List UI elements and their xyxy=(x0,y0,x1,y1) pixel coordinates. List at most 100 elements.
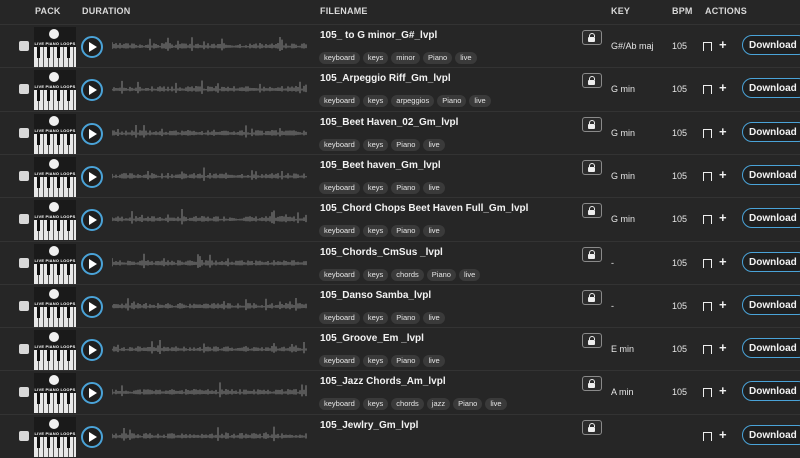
select-checkbox[interactable] xyxy=(19,41,29,51)
bookmark-icon[interactable] xyxy=(703,301,712,314)
lock-icon[interactable] xyxy=(582,159,602,175)
filename[interactable]: 105_Chords_CmSus _lvpl xyxy=(320,247,443,258)
bookmark-icon[interactable] xyxy=(703,128,712,141)
select-checkbox[interactable] xyxy=(19,430,29,441)
tag[interactable]: live xyxy=(423,311,445,324)
tag[interactable]: keys xyxy=(362,268,389,281)
tag[interactable]: minor xyxy=(391,52,421,64)
add-icon[interactable]: + xyxy=(719,427,727,442)
lock-icon[interactable] xyxy=(582,246,602,262)
bookmark-icon[interactable] xyxy=(703,388,712,401)
waveform[interactable] xyxy=(112,425,308,449)
tag[interactable]: keyboard xyxy=(319,355,360,368)
download-button[interactable]: Download xyxy=(742,208,800,229)
lock-icon[interactable] xyxy=(582,116,602,132)
header-key[interactable]: KEY xyxy=(611,6,630,16)
add-icon[interactable]: + xyxy=(719,297,727,312)
tag[interactable]: live xyxy=(458,268,481,281)
download-button[interactable]: Download xyxy=(742,338,800,359)
download-button[interactable]: Download xyxy=(742,251,800,272)
add-icon[interactable]: + xyxy=(719,340,727,355)
waveform[interactable] xyxy=(112,295,308,319)
waveform[interactable] xyxy=(112,35,308,59)
tag[interactable]: keys xyxy=(362,181,389,194)
select-checkbox[interactable] xyxy=(19,344,29,355)
download-button[interactable]: Download xyxy=(742,35,800,55)
tag[interactable]: live xyxy=(423,355,445,368)
pack-thumbnail[interactable]: LIVE PIANO LOOPS xyxy=(34,156,76,197)
tag[interactable]: keyboard xyxy=(319,52,360,64)
pack-thumbnail[interactable]: LIVE PIANO LOOPS xyxy=(34,70,76,111)
filename[interactable]: 105_Groove_Em _lvpl xyxy=(320,333,424,344)
select-checkbox[interactable] xyxy=(19,257,29,268)
select-checkbox[interactable] xyxy=(19,127,29,138)
waveform[interactable] xyxy=(112,78,308,102)
tag[interactable]: chords xyxy=(391,268,424,281)
select-checkbox[interactable] xyxy=(19,170,29,181)
filename[interactable]: 105_Jazz Chords_Am_lvpl xyxy=(320,376,446,387)
lock-icon[interactable] xyxy=(582,419,602,435)
add-icon[interactable]: + xyxy=(719,254,727,269)
header-filename[interactable]: FILENAME xyxy=(320,6,368,16)
tag[interactable]: keyboard xyxy=(319,138,360,151)
lock-icon[interactable] xyxy=(582,289,602,305)
tag[interactable]: live xyxy=(485,398,507,411)
tag[interactable]: live xyxy=(469,95,491,108)
select-checkbox[interactable] xyxy=(19,387,29,398)
select-checkbox[interactable] xyxy=(19,300,29,311)
waveform[interactable] xyxy=(112,381,308,405)
tag[interactable]: keys xyxy=(362,138,389,151)
filename[interactable]: 105_Beet Haven_02_Gm_lvpl xyxy=(320,117,458,128)
tag[interactable]: live xyxy=(423,138,445,151)
tag[interactable]: Piano xyxy=(391,225,421,238)
download-button[interactable]: Download xyxy=(742,424,800,445)
bookmark-icon[interactable] xyxy=(703,85,712,98)
tag[interactable]: live xyxy=(423,181,445,194)
tag[interactable]: Piano xyxy=(391,311,421,324)
bookmark-icon[interactable] xyxy=(703,215,712,228)
lock-icon[interactable] xyxy=(582,203,602,219)
bookmark-icon[interactable] xyxy=(703,345,712,358)
play-icon[interactable] xyxy=(81,165,103,188)
play-icon[interactable] xyxy=(81,209,103,232)
tag[interactable]: Piano xyxy=(426,268,456,281)
bookmark-icon[interactable] xyxy=(703,171,712,184)
waveform[interactable] xyxy=(112,338,308,362)
select-checkbox[interactable] xyxy=(19,84,29,95)
tag[interactable]: keys xyxy=(362,355,389,368)
add-icon[interactable]: + xyxy=(719,383,727,398)
play-icon[interactable] xyxy=(81,122,103,145)
tag[interactable]: keyboard xyxy=(319,311,360,324)
play-icon[interactable] xyxy=(81,295,103,318)
lock-icon[interactable] xyxy=(582,73,602,89)
tag[interactable]: live xyxy=(423,225,445,238)
download-button[interactable]: Download xyxy=(742,78,800,99)
tag[interactable]: Piano xyxy=(391,355,421,368)
tag[interactable]: keyboard xyxy=(319,225,360,238)
play-icon[interactable] xyxy=(81,339,103,362)
tag[interactable]: keyboard xyxy=(319,95,360,108)
filename[interactable]: 105_Beet haven_Gm_lvpl xyxy=(320,160,441,171)
tag[interactable]: Piano xyxy=(453,398,483,411)
tag[interactable]: jazz xyxy=(426,398,451,411)
play-icon[interactable] xyxy=(81,36,103,58)
play-icon[interactable] xyxy=(81,425,103,448)
pack-thumbnail[interactable]: LIVE PIANO LOOPS xyxy=(34,200,76,241)
tag[interactable]: keys xyxy=(362,52,389,64)
filename[interactable]: 105_ to G minor_G#_lvpl xyxy=(320,30,437,41)
pack-thumbnail[interactable]: LIVE PIANO LOOPS xyxy=(34,113,76,154)
download-button[interactable]: Download xyxy=(742,121,800,142)
tag[interactable]: keys xyxy=(362,398,389,411)
add-icon[interactable]: + xyxy=(719,210,727,225)
bookmark-icon[interactable] xyxy=(703,42,712,54)
tag[interactable]: keyboard xyxy=(319,268,360,281)
filename[interactable]: 105_Danso Samba_lvpl xyxy=(320,290,431,301)
lock-icon[interactable] xyxy=(582,376,602,392)
add-icon[interactable]: + xyxy=(719,124,727,139)
lock-icon[interactable] xyxy=(582,30,602,45)
bookmark-icon[interactable] xyxy=(703,258,712,271)
pack-thumbnail[interactable]: LIVE PIANO LOOPS xyxy=(34,416,76,457)
waveform[interactable] xyxy=(112,252,308,276)
pack-thumbnail[interactable]: LIVE PIANO LOOPS xyxy=(34,27,76,67)
header-bpm[interactable]: BPM xyxy=(672,6,693,16)
